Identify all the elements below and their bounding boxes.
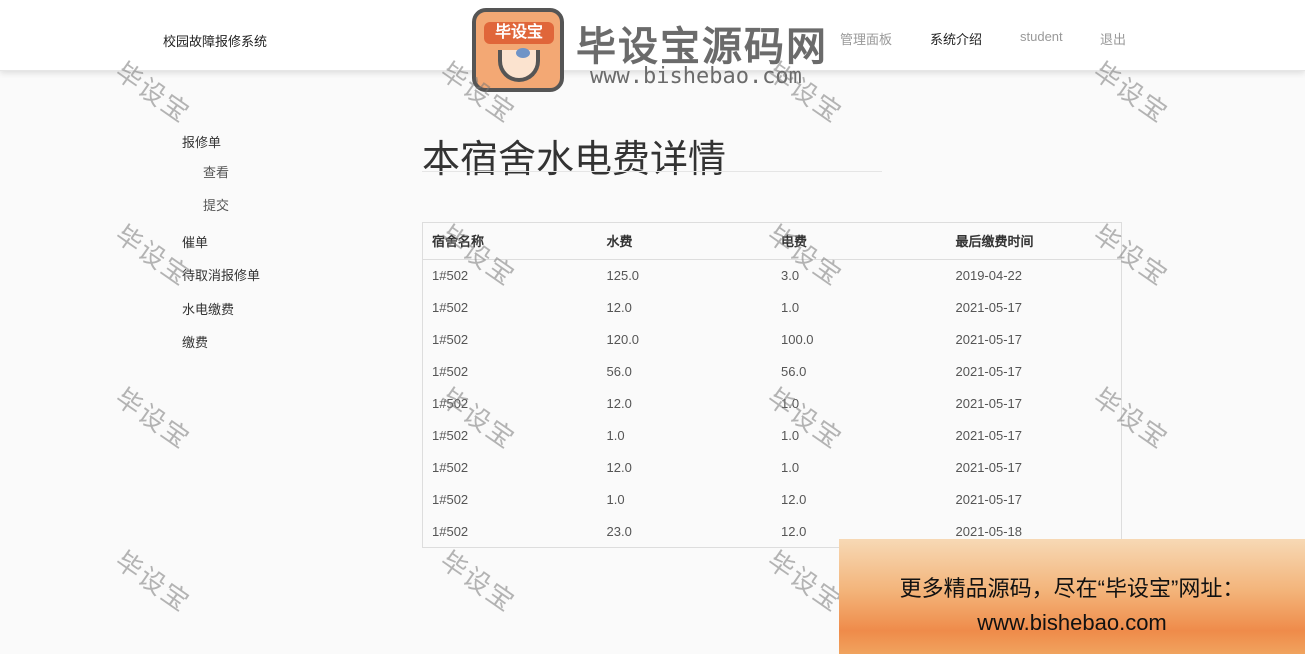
cell-last-paid: 2021-05-17: [955, 331, 1023, 347]
sidebar-item-urge[interactable]: 催单: [182, 232, 208, 251]
cell-last-paid: 2021-05-17: [955, 299, 1023, 315]
cell-dorm: 1#502: [432, 299, 469, 315]
cell-electric: 100.0: [781, 331, 814, 347]
cell-water: 12.0: [606, 459, 632, 475]
cell-electric: 1.0: [781, 299, 800, 315]
sidebar-item-view[interactable]: 查看: [203, 162, 229, 181]
logo-badge-icon: 毕设宝: [472, 8, 564, 92]
nav-item-system-intro[interactable]: 系统介绍: [930, 29, 982, 48]
cell-water: 23.0: [606, 523, 632, 539]
fees-table-grid: 宿舍名称 水费 电费 最后缴费时间 1#502 125.0 3.0 2019-0…: [423, 223, 1121, 547]
table-row: 1#502 1.0 12.0 2021-05-17: [423, 483, 1121, 515]
column-header-last-paid: 最后缴费时间: [946, 223, 1121, 260]
cell-water: 56.0: [606, 363, 632, 379]
table-row: 1#502 1.0 1.0 2021-05-17: [423, 419, 1121, 451]
cell-water: 125.0: [606, 267, 640, 283]
table-row: 1#502 56.0 56.0 2021-05-17: [423, 355, 1121, 387]
page: 校园故障报修系统 管理面板 系统介绍 student 退出 毕设宝 毕设宝源码网…: [0, 0, 1305, 654]
cell-dorm: 1#502: [432, 491, 469, 507]
cell-last-paid: 2021-05-17: [955, 427, 1023, 443]
sidebar-item-pay[interactable]: 缴费: [182, 332, 208, 351]
cell-electric: 1.0: [781, 427, 800, 443]
cell-dorm: 1#502: [432, 427, 469, 443]
sidebar-item-pending-cancel[interactable]: 待取消报修单: [182, 265, 260, 284]
cell-water: 1.0: [606, 427, 625, 443]
cell-electric: 1.0: [781, 459, 800, 475]
column-header-dorm: 宿舍名称: [423, 223, 598, 260]
cell-water: 12.0: [606, 395, 632, 411]
cell-electric: 12.0: [781, 491, 807, 507]
table-row: 1#502 12.0 1.0 2021-05-17: [423, 291, 1121, 323]
sidebar-item-repair-order[interactable]: 报修单: [182, 132, 221, 151]
cell-dorm: 1#502: [432, 331, 469, 347]
table-row: 1#502 12.0 1.0 2021-05-17: [423, 451, 1121, 483]
cell-electric: 1.0: [781, 395, 800, 411]
cell-last-paid: 2021-05-17: [955, 491, 1023, 507]
table-row: 1#502 12.0 1.0 2021-05-17: [423, 387, 1121, 419]
sidebar: 报修单 查看 提交 催单 待取消报修单 水电缴费 缴费: [0, 70, 400, 654]
cell-dorm: 1#502: [432, 267, 469, 283]
sidebar-item-submit[interactable]: 提交: [203, 195, 229, 214]
cell-last-paid: 2021-05-17: [955, 363, 1023, 379]
table-header-row: 宿舍名称 水费 电费 最后缴费时间: [423, 223, 1121, 260]
page-title: 本宿舍水电费详情: [422, 139, 727, 181]
cell-dorm: 1#502: [432, 363, 469, 379]
logo-eye-icon: [516, 48, 530, 58]
column-header-water: 水费: [597, 223, 772, 260]
cell-last-paid: 2019-04-22: [955, 267, 1023, 283]
cell-dorm: 1#502: [432, 459, 469, 475]
cell-dorm: 1#502: [432, 395, 469, 411]
promo-banner-url[interactable]: www.bishebao.com: [839, 610, 1305, 636]
title-divider: [422, 171, 882, 172]
nav-item-user[interactable]: student: [1020, 29, 1063, 44]
cell-electric: 56.0: [781, 363, 807, 379]
watermark-text: 毕设宝: [761, 545, 848, 618]
promo-banner-text: 更多精品源码，尽在“毕设宝”网址：: [899, 576, 1245, 601]
cell-water: 12.0: [606, 299, 632, 315]
cell-last-paid: 2021-05-17: [955, 395, 1023, 411]
cell-dorm: 1#502: [432, 523, 469, 539]
promo-banner: 更多精品源码，尽在“毕设宝”网址： www.bishebao.com: [839, 539, 1305, 654]
cell-water: 120.0: [606, 331, 640, 347]
cell-electric: 3.0: [781, 267, 800, 283]
cell-water: 1.0: [606, 491, 625, 507]
sidebar-item-utility-payment[interactable]: 水电缴费: [182, 299, 234, 318]
fees-table: 宿舍名称 水费 电费 最后缴费时间 1#502 125.0 3.0 2019-0…: [422, 222, 1122, 548]
table-row: 1#502 125.0 3.0 2019-04-22: [423, 259, 1121, 291]
logo-badge-text: 毕设宝: [484, 22, 554, 44]
logo-url: www.bishebao.com: [590, 64, 802, 89]
cell-last-paid: 2021-05-17: [955, 459, 1023, 475]
column-header-electric: 电费: [772, 223, 947, 260]
site-logo: 毕设宝 毕设宝源码网 www.bishebao.com: [472, 8, 852, 94]
nav-item-logout[interactable]: 退出: [1100, 29, 1126, 48]
watermark-text: 毕设宝: [434, 545, 521, 618]
table-row: 1#502 120.0 100.0 2021-05-17: [423, 323, 1121, 355]
